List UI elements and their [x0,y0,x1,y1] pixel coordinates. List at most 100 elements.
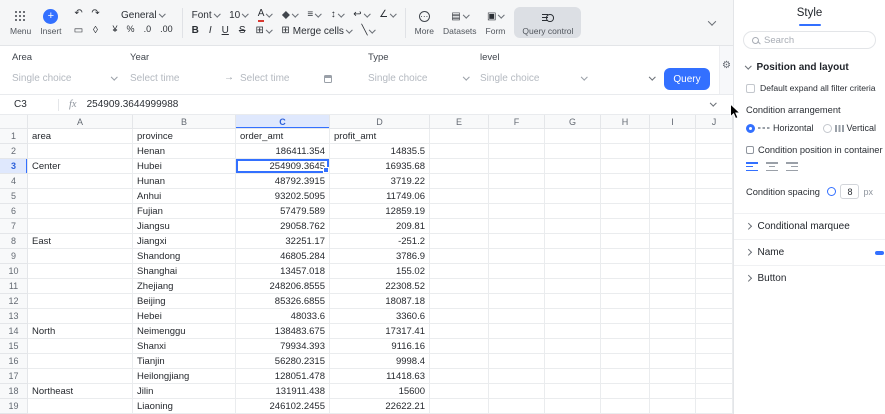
insert-button[interactable]: + Insert [40,9,62,36]
row-header-8[interactable]: 8 [0,234,28,249]
cell-E17[interactable] [430,369,489,384]
cell-E6[interactable] [430,204,489,219]
more-button[interactable]: ⋯ More [415,10,434,36]
cell-A18[interactable]: Northeast [28,384,133,399]
bold-button[interactable]: B [192,26,199,36]
cell-B9[interactable]: Shandong [133,249,236,264]
cell-F18[interactable] [489,384,545,399]
vertical-radio[interactable]: Vertical [822,123,876,133]
cell-C3[interactable]: 254909.3645 [236,159,330,174]
row-header-16[interactable]: 16 [0,354,28,369]
cell-I1[interactable] [650,129,696,144]
cell-F5[interactable] [489,189,545,204]
row-header-6[interactable]: 6 [0,204,28,219]
cell-B8[interactable]: Jiangxi [133,234,236,249]
cell-C2[interactable]: 186411.354 [236,144,330,159]
cell-J1[interactable] [696,129,733,144]
cell-E13[interactable] [430,309,489,324]
cell-H1[interactable] [601,129,650,144]
cell-F9[interactable] [489,249,545,264]
cell-D9[interactable]: 3786.9 [330,249,430,264]
redo-button[interactable]: ↷ [91,9,99,19]
cell-B3[interactable]: Hubei [133,159,236,174]
cell-B15[interactable]: Shanxi [133,339,236,354]
cell-J11[interactable] [696,279,733,294]
cell-G16[interactable] [545,354,601,369]
year-end-picker[interactable]: Select time [240,69,332,88]
cell-F1[interactable] [489,129,545,144]
cell-F11[interactable] [489,279,545,294]
cell-F12[interactable] [489,294,545,309]
cell-C10[interactable]: 13457.018 [236,264,330,279]
cell-G18[interactable] [545,384,601,399]
cell-J14[interactable] [696,324,733,339]
cell-E8[interactable] [430,234,489,249]
cell-E18[interactable] [430,384,489,399]
cell-A12[interactable] [28,294,133,309]
cell-G6[interactable] [545,204,601,219]
cell-B6[interactable]: Fujian [133,204,236,219]
cell-B14[interactable]: Neimenggu [133,324,236,339]
cell-C4[interactable]: 48792.3915 [236,174,330,189]
spacing-input[interactable]: 8 [840,184,860,199]
cell-reference[interactable]: C3 [0,99,58,110]
cell-H3[interactable] [601,159,650,174]
cell-B4[interactable]: Hunan [133,174,236,189]
cell-H6[interactable] [601,204,650,219]
cell-A9[interactable] [28,249,133,264]
cell-B19[interactable]: Liaoning [133,399,236,414]
query-control-button[interactable]: Query control [514,7,582,38]
cell-A5[interactable] [28,189,133,204]
cell-B2[interactable]: Henan [133,144,236,159]
cell-I11[interactable] [650,279,696,294]
decrease-decimal-button[interactable]: .0 [144,24,152,34]
cell-D14[interactable]: 17317.41 [330,324,430,339]
cell-I10[interactable] [650,264,696,279]
cell-H18[interactable] [601,384,650,399]
cell-A19[interactable] [28,399,133,414]
column-header-A[interactable]: A [28,115,133,129]
cell-B12[interactable]: Beijing [133,294,236,309]
cell-A16[interactable] [28,354,133,369]
cell-H8[interactable] [601,234,650,249]
cell-D19[interactable]: 22622.21 [330,399,430,414]
column-header-E[interactable]: E [430,115,489,129]
cell-I18[interactable] [650,384,696,399]
cell-E1[interactable] [430,129,489,144]
row-header-19[interactable]: 19 [0,399,28,414]
cell-E16[interactable] [430,354,489,369]
cell-B16[interactable]: Tianjin [133,354,236,369]
cell-G5[interactable] [545,189,601,204]
cell-C6[interactable]: 57479.589 [236,204,330,219]
cell-G10[interactable] [545,264,601,279]
cell-D10[interactable]: 155.02 [330,264,430,279]
cell-D7[interactable]: 209.81 [330,219,430,234]
cell-G3[interactable] [545,159,601,174]
cell-F6[interactable] [489,204,545,219]
cell-C7[interactable]: 29058.762 [236,219,330,234]
cell-J2[interactable] [696,144,733,159]
cell-J19[interactable] [696,399,733,414]
cell-D5[interactable]: 11749.06 [330,189,430,204]
cell-C16[interactable]: 56280.2315 [236,354,330,369]
undo-button[interactable]: ↶ [74,9,82,19]
cell-G11[interactable] [545,279,601,294]
cell-H14[interactable] [601,324,650,339]
cell-I5[interactable] [650,189,696,204]
cell-E7[interactable] [430,219,489,234]
align-right-button[interactable] [786,162,798,171]
cell-J18[interactable] [696,384,733,399]
cell-C17[interactable]: 128051.478 [236,369,330,384]
row-header-4[interactable]: 4 [0,174,28,189]
collapse-toolbar-button[interactable] [707,16,717,26]
cell-H19[interactable] [601,399,650,414]
cell-A15[interactable] [28,339,133,354]
cell-F2[interactable] [489,144,545,159]
cell-J15[interactable] [696,339,733,354]
column-header-H[interactable]: H [601,115,650,129]
collapse-filters-button[interactable] [649,73,656,81]
row-header-18[interactable]: 18 [0,384,28,399]
cell-H16[interactable] [601,354,650,369]
increase-decimal-button[interactable]: .00 [160,24,173,34]
cell-F14[interactable] [489,324,545,339]
